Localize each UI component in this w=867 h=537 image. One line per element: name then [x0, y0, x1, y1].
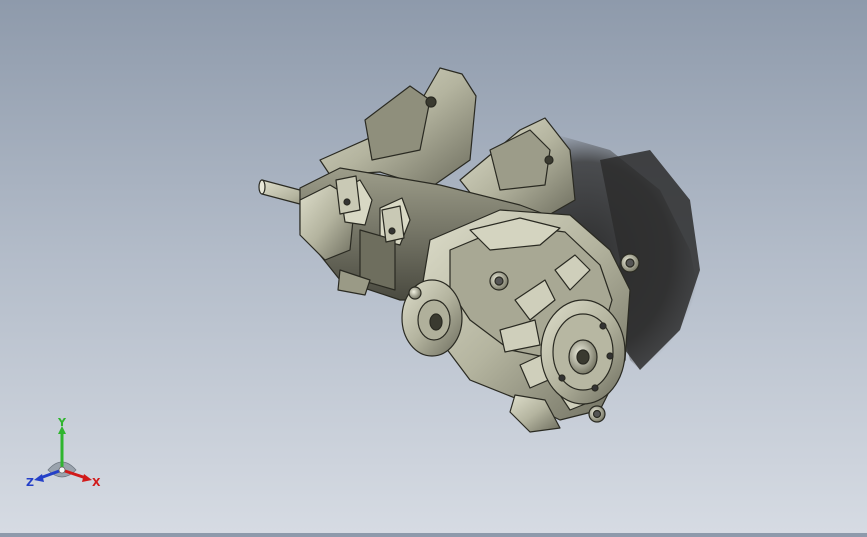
x-arrow [82, 474, 92, 482]
z-arrow [34, 474, 44, 482]
x-axis-label: X [92, 476, 101, 489]
graphics-viewport[interactable]: Y X Z [0, 0, 867, 533]
z-axis-label: Z [26, 476, 34, 489]
y-axis-label: Y [57, 418, 67, 429]
orientation-triad[interactable]: Y X Z [18, 416, 110, 498]
triad-graphic: Y X Z [26, 416, 101, 489]
front-flange[interactable] [540, 299, 626, 405]
model-canvas[interactable] [0, 0, 867, 533]
gearbox-assembly[interactable] [258, 67, 640, 433]
